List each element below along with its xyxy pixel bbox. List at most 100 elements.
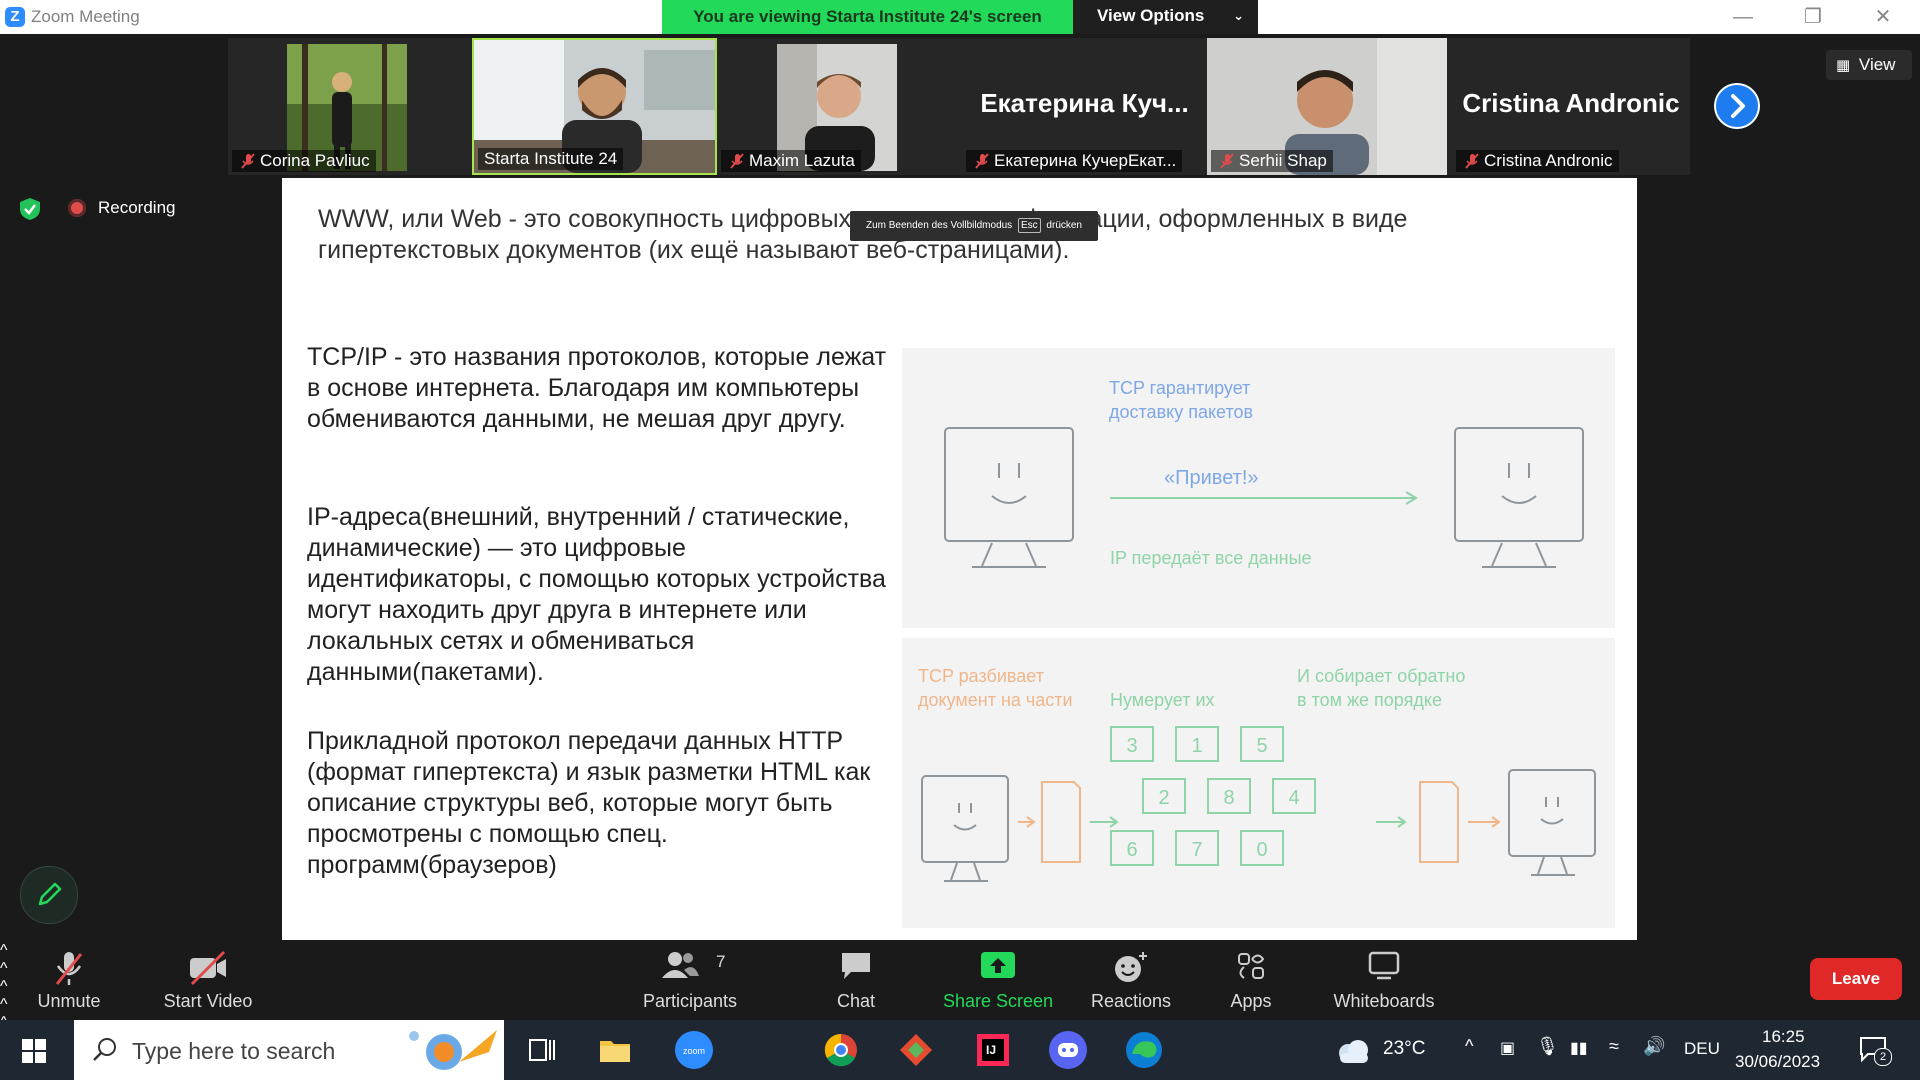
battery-icon[interactable]: ▮▮ (1570, 1038, 1588, 1058)
participant-tile-active[interactable]: Starta Institute 24 (472, 38, 717, 175)
start-video-label: Start Video (163, 991, 253, 1011)
packet-box: 4 (1272, 778, 1316, 814)
chat-label: Chat (836, 991, 876, 1011)
assemble-label: И собирает обратно в том же порядке (1297, 666, 1466, 710)
unmute-button[interactable]: Unmute (24, 942, 114, 1018)
packet-box: 2 (1142, 778, 1186, 814)
view-options-label: View Options (1097, 6, 1205, 25)
participant-tile[interactable]: Екатерина Куч... Екатерина КучерЕкат... (962, 38, 1207, 175)
zoom-logo-icon: Z (5, 7, 25, 27)
packet-box: 5 (1240, 726, 1284, 762)
chevron-down-icon: ⌄ (1233, 8, 1244, 23)
participant-name: Corina Pavliuc (232, 150, 376, 172)
grid-icon: ▦ (1836, 57, 1851, 74)
recording-icon (68, 199, 86, 217)
zoom-app-icon[interactable]: zoom (674, 1030, 714, 1070)
leave-button[interactable]: Leave (1810, 958, 1902, 1000)
notification-center-icon[interactable]: 2 (1858, 1034, 1892, 1066)
annotate-button[interactable] (20, 866, 78, 924)
participant-big-name: Екатерина Куч... (980, 88, 1189, 118)
apps-label: Apps (1230, 991, 1272, 1011)
show-hidden-icons-caret-icon[interactable]: ^ (1465, 1036, 1473, 1057)
apps-icon (1238, 953, 1265, 979)
taskbar-search-box[interactable]: Type here to search (74, 1020, 504, 1080)
tcp-diagram-panel: TCP гарантирует доставку пакетов «Привет… (902, 348, 1615, 628)
search-icon (93, 1038, 116, 1061)
muted-mic-icon (975, 153, 989, 169)
participant-tile[interactable]: Maxim Lazuta (717, 38, 962, 175)
muted-mic-icon (730, 153, 744, 169)
volume-icon[interactable]: 🔊 (1643, 1036, 1665, 1057)
hello-message-label: «Привет!» (1164, 467, 1259, 489)
packet-box: 0 (1240, 830, 1284, 866)
task-view-icon[interactable] (524, 1032, 560, 1068)
chrome-icon[interactable] (823, 1032, 859, 1068)
participant-tile[interactable]: Serhii Shap (1207, 38, 1452, 175)
participants-count: 7 (716, 952, 726, 971)
muted-mic-icon (55, 952, 83, 985)
tooltip-text: drücken (1046, 220, 1082, 231)
tooltip-text: Zum Beenden des Vollbildmodus (865, 220, 1013, 231)
share-banner: You are viewing Starta Institute 24's sc… (662, 0, 1073, 34)
ip-address-paragraph: IP-адреса(внешний, внутренний / статичес… (307, 503, 886, 686)
meet-now-icon[interactable]: ▣ (1500, 1038, 1515, 1058)
chat-icon (842, 953, 870, 979)
share-screen-label: Share Screen (942, 991, 1054, 1011)
edge-icon[interactable] (1124, 1030, 1164, 1070)
view-options-button[interactable]: View Options ⌄ (1073, 0, 1258, 34)
reactions-label: Reactions (1090, 991, 1172, 1011)
microphone-tray-icon[interactable]: 🎙 (1536, 1036, 1559, 1057)
packet-box: 3 (1110, 726, 1154, 762)
intellij-icon[interactable]: IJ (975, 1032, 1011, 1068)
share-screen-button[interactable]: Share Screen (935, 942, 1061, 1018)
apps-button[interactable]: Apps (1210, 942, 1292, 1018)
close-icon[interactable]: ✕ (1858, 4, 1908, 30)
participant-name: Екатерина КучерЕкат... (966, 150, 1183, 172)
wifi-icon[interactable]: ≈ (1609, 1036, 1619, 1057)
participant-tile[interactable]: Cristina Andronic Cristina Andronic (1452, 38, 1690, 175)
reactions-button[interactable]: Reactions (1081, 942, 1181, 1018)
video-off-icon (190, 950, 226, 986)
participant-name: Serhii Shap (1211, 150, 1333, 172)
http-paragraph: Прикладной протокол передачи данных HTTP… (307, 727, 871, 879)
search-highlight-illustration-icon (409, 1030, 497, 1070)
restore-icon[interactable]: ❐ (1788, 4, 1838, 30)
file-explorer-icon[interactable] (597, 1032, 633, 1068)
git-tool-icon[interactable] (898, 1032, 934, 1068)
packet-box: 6 (1110, 830, 1154, 866)
start-video-button[interactable]: Start Video (150, 942, 266, 1018)
ip-transfer-label: IP передаёт все данные (1110, 548, 1312, 568)
participant-name: Starta Institute 24 (478, 148, 624, 170)
meeting-toolbar: Unmute ^ Start Video ^ 7 Participants ^ … (0, 942, 1920, 1031)
whiteboards-button[interactable]: Whiteboards (1322, 942, 1446, 1018)
view-layout-button[interactable]: ▦ View (1826, 50, 1912, 80)
whiteboard-icon (1368, 951, 1400, 980)
muted-mic-icon (1220, 153, 1234, 169)
packet-box: 7 (1175, 830, 1219, 866)
participant-name: Maxim Lazuta (721, 150, 861, 172)
participant-tile[interactable]: Corina Pavliuc (228, 38, 473, 175)
notification-count: 2 (1874, 1048, 1892, 1066)
chat-button[interactable]: Chat (816, 942, 896, 1018)
discord-icon[interactable] (1048, 1030, 1088, 1070)
title-bar: Z Zoom Meeting You are viewing Starta In… (0, 0, 1920, 34)
esc-key: Esc (1017, 218, 1041, 233)
share-screen-icon (981, 952, 1015, 978)
split-label: TCP разбивает документ на части (918, 666, 1073, 710)
fullscreen-exit-tooltip: Zum Beenden des Vollbildmodus Esc drücke… (850, 211, 1098, 241)
participants-button[interactable]: 7 Participants (640, 942, 740, 1018)
windows-taskbar: Type here to search zoom IJ 23°C ^ ▣ 🎙 ▮… (0, 1020, 1920, 1080)
windows-start-icon[interactable] (22, 1039, 46, 1063)
participant-big-name: Cristina Andronic (1462, 88, 1680, 118)
tcp-guarantee-label: TCP гарантирует доставку пакетов (1109, 378, 1254, 422)
shield-icon[interactable] (18, 197, 42, 221)
svg-text:zoom: zoom (683, 1046, 705, 1056)
weather-temperature[interactable]: 23°C (1383, 1038, 1425, 1060)
minimize-icon[interactable]: — (1718, 4, 1768, 30)
recording-label: Recording (98, 198, 176, 217)
input-language[interactable]: DEU (1684, 1039, 1720, 1059)
next-page-button[interactable] (1714, 83, 1760, 129)
clock-date[interactable]: 30/06/2023 (1735, 1052, 1820, 1072)
shared-slide: WWW, или Web - это совокупность цифровых… (282, 178, 1637, 940)
clock-time[interactable]: 16:25 (1762, 1027, 1805, 1047)
